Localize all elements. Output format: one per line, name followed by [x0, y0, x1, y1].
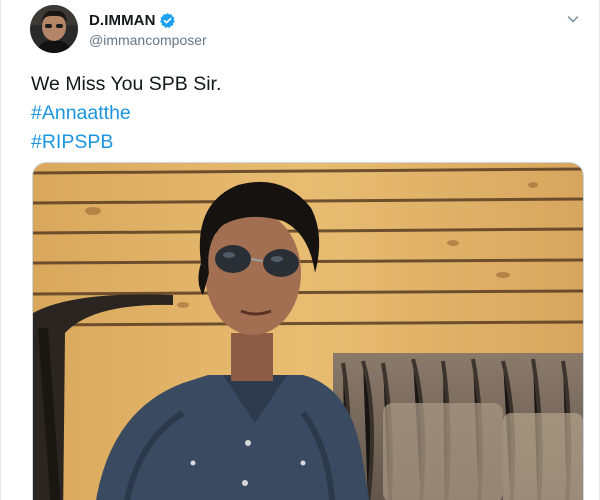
chevron-down-icon[interactable] [564, 10, 582, 28]
display-name[interactable]: D.IMMAN [89, 12, 156, 29]
tweet-text-line: We Miss You SPB Sir. [31, 73, 222, 95]
tweet-header: D.IMMAN @immancomposer [30, 4, 207, 54]
tweet-text: We Miss You SPB Sir. #Annaatthe #RIPSPB [31, 70, 221, 157]
video-thumbnail[interactable] [32, 162, 584, 500]
handle[interactable]: @immancomposer [89, 32, 207, 48]
video-frame-image [33, 163, 583, 500]
card-border-left [0, 0, 1, 500]
hashtag-ripspb[interactable]: #RIPSPB [31, 128, 221, 157]
hashtag-annaatthe[interactable]: #Annaatthe [31, 99, 221, 128]
avatar[interactable] [30, 5, 78, 53]
tweet-card: D.IMMAN @immancomposer We Miss You SPB S… [0, 0, 600, 500]
display-name-row: D.IMMAN [89, 11, 207, 31]
author-names: D.IMMAN @immancomposer [89, 11, 207, 48]
verified-badge-icon [159, 12, 176, 29]
